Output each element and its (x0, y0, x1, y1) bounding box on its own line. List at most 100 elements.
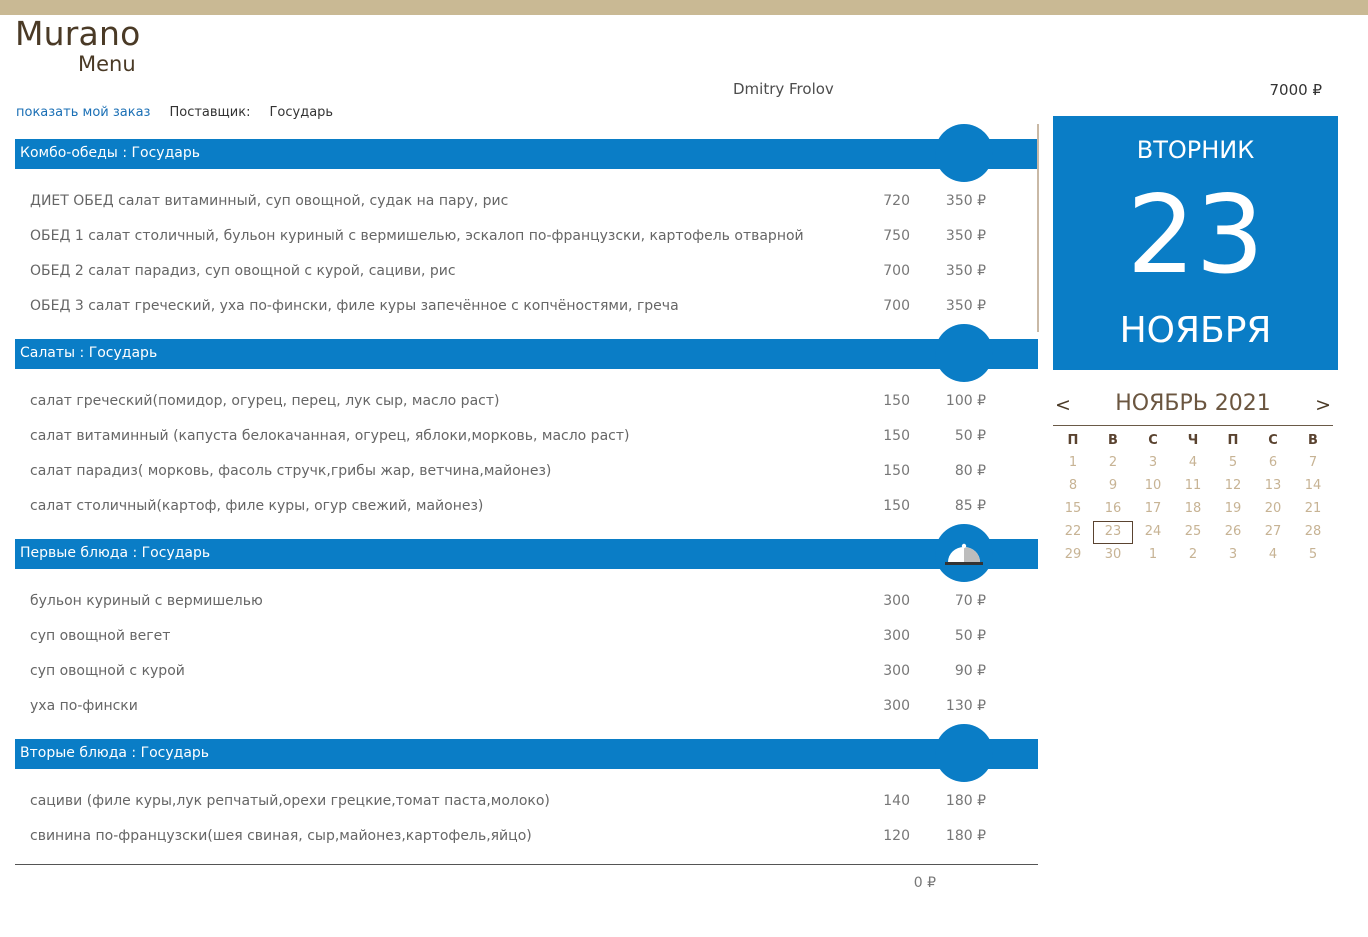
calendar-weekday: В (1108, 433, 1118, 448)
calendar-day[interactable]: 2 (1093, 452, 1133, 475)
item-price: 85 ₽ (954, 498, 986, 514)
menu-item[interactable]: бульон куриный с вермишелью 300 70 ₽ (15, 588, 1038, 623)
menu-section: Комбо-обеды : Государь ДИЕТ ОБЕД салат ви… (15, 124, 1039, 324)
calendar-weekday: В (1308, 433, 1318, 448)
item-name: ОБЕД 3 салат греческий, уха по-фински, ф… (30, 298, 679, 314)
calendar-day[interactable]: 4 (1173, 452, 1213, 475)
calendar-day[interactable]: 1 (1053, 452, 1093, 475)
menu-section: Салаты : Государь салат греческий(помидор… (15, 324, 1039, 524)
menu-item[interactable]: салат парадиз( морковь, фасоль стручк,гр… (15, 458, 1038, 493)
menu-item[interactable]: ДИЕТ ОБЕД салат витаминный, суп овощной,… (15, 188, 1038, 223)
menu-item[interactable]: ОБЕД 2 салат парадиз, суп овощной с куро… (15, 258, 1038, 293)
supplier-label: Поставщик: (169, 105, 251, 120)
calendar-day[interactable]: 1 (1133, 544, 1173, 567)
item-name: бульон куриный с вермишелью (30, 593, 263, 609)
calendar-day[interactable]: 27 (1253, 521, 1293, 544)
item-name: суп овощной с курой (30, 663, 185, 679)
menu-item[interactable]: суп овощной с курой 300 90 ₽ (15, 658, 1038, 693)
item-price: 180 ₽ (945, 793, 986, 809)
item-price: 130 ₽ (945, 698, 986, 714)
calendar-day[interactable]: 5 (1293, 544, 1333, 567)
toolbar: показать мой заказ Поставщик: Государь (16, 105, 333, 120)
calendar-day[interactable]: 20 (1253, 498, 1293, 521)
calendar-day[interactable]: 5 (1213, 452, 1253, 475)
calendar-day[interactable]: 4 (1253, 544, 1293, 567)
calendar-day[interactable]: 12 (1213, 475, 1253, 498)
menu-item[interactable]: салат греческий(помидор, огурец, перец, … (15, 388, 1038, 423)
calendar-day[interactable]: 29 (1053, 544, 1093, 567)
date-weekday: ВТОРНИК (1136, 136, 1255, 164)
section-title: Вторые блюда : Государь (20, 745, 210, 761)
item-weight: 300 (883, 698, 910, 714)
item-name: свинина по-французски(шея свиная, сыр,ма… (30, 828, 532, 844)
item-price: 350 ₽ (945, 263, 986, 279)
calendar-day[interactable]: 18 (1173, 498, 1213, 521)
calendar-day[interactable]: 25 (1173, 521, 1213, 544)
calendar-day[interactable]: 30 (1093, 544, 1133, 567)
section-title: Комбо-обеды : Государь (20, 145, 200, 161)
section-header: Комбо-обеды : Государь (15, 139, 1038, 169)
calendar-day[interactable]: 19 (1213, 498, 1253, 521)
calendar-day[interactable]: 11 (1173, 475, 1213, 498)
menu-item[interactable]: свинина по-французски(шея свиная, сыр,ма… (15, 823, 1038, 858)
calendar-day[interactable]: 14 (1293, 475, 1333, 498)
menu-item[interactable]: ОБЕД 3 салат греческий, уха по-фински, ф… (15, 293, 1038, 328)
calendar-header: < НОЯБРЬ 2021 > (1053, 386, 1333, 426)
item-weight: 700 (883, 298, 910, 314)
calendar-day[interactable]: 6 (1253, 452, 1293, 475)
calendar-day[interactable]: 22 (1053, 521, 1093, 544)
calendar-day[interactable]: 16 (1093, 498, 1133, 521)
item-price: 70 ₽ (954, 593, 986, 609)
calendar-weekday: С (1268, 433, 1278, 448)
calendar-day[interactable]: 24 (1133, 521, 1173, 544)
item-weight: 150 (883, 463, 910, 479)
calendar-day[interactable]: 17 (1133, 498, 1173, 521)
item-name: салат витаминный (капуста белокачанная, … (30, 428, 630, 444)
item-price: 180 ₽ (945, 828, 986, 844)
item-price: 50 ₽ (954, 428, 986, 444)
section-title: Салаты : Государь (20, 345, 158, 361)
item-weight: 150 (883, 498, 910, 514)
calendar-day[interactable]: 3 (1213, 544, 1253, 567)
item-weight: 150 (883, 393, 910, 409)
item-name: салат столичный(картоф, филе куры, огур … (30, 498, 484, 514)
calendar-day[interactable]: 9 (1093, 475, 1133, 498)
calendar-next-button[interactable]: > (1315, 394, 1331, 416)
calendar-day[interactable]: 15 (1053, 498, 1093, 521)
balance: 7000 ₽ (1269, 81, 1323, 99)
menu-item[interactable]: сациви (филе куры,лук репчатый,орехи гре… (15, 788, 1038, 823)
calendar-day[interactable]: 21 (1293, 498, 1333, 521)
item-name: ОБЕД 2 салат парадиз, суп овощной с куро… (30, 263, 456, 279)
section-circle (935, 724, 993, 782)
date-day: 23 (1126, 173, 1265, 298)
date-card: ВТОРНИК 23 НОЯБРЯ (1053, 116, 1338, 370)
menu-item[interactable]: уха по-фински 300 130 ₽ (15, 693, 1038, 728)
menu-section: Первые блюда : Государь бульон куриный с … (15, 524, 1039, 724)
calendar-day[interactable]: 3 (1133, 452, 1173, 475)
menu-item[interactable]: ОБЕД 1 салат столичный, бульон куриный с… (15, 223, 1038, 258)
calendar-day[interactable]: 8 (1053, 475, 1093, 498)
calendar-day[interactable]: 13 (1253, 475, 1293, 498)
order-total: 0 ₽ (913, 875, 936, 891)
item-name: ДИЕТ ОБЕД салат витаминный, суп овощной,… (30, 193, 509, 209)
calendar: < НОЯБРЬ 2021 > П В С Ч П С В 1 2 3 4 5 6 7 8 9 10 11 12 13… (1053, 386, 1333, 567)
calendar-day[interactable]: 7 (1293, 452, 1333, 475)
item-weight: 140 (883, 793, 910, 809)
top-bar (0, 0, 1368, 15)
calendar-day[interactable]: 28 (1293, 521, 1333, 544)
supplier-value[interactable]: Государь (269, 105, 333, 120)
menu-item[interactable]: салат столичный(картоф, филе куры, огур … (15, 493, 1038, 528)
calendar-day[interactable]: 26 (1213, 521, 1253, 544)
item-name: салат парадиз( морковь, фасоль стручк,гр… (30, 463, 552, 479)
section-header: Салаты : Государь (15, 339, 1038, 369)
date-month: НОЯБРЯ (1119, 310, 1272, 351)
logo-title[interactable]: Murano (15, 14, 140, 53)
calendar-day[interactable]: 2 (1173, 544, 1213, 567)
user-name[interactable]: Dmitry Frolov (733, 80, 834, 98)
menu-item[interactable]: суп овощной вегет 300 50 ₽ (15, 623, 1038, 658)
show-order-link[interactable]: показать мой заказ (16, 105, 150, 120)
scrollbar[interactable] (1037, 124, 1039, 332)
calendar-day[interactable]: 10 (1133, 475, 1173, 498)
calendar-day-selected[interactable]: 23 (1093, 521, 1133, 544)
menu-item[interactable]: салат витаминный (капуста белокачанная, … (15, 423, 1038, 458)
